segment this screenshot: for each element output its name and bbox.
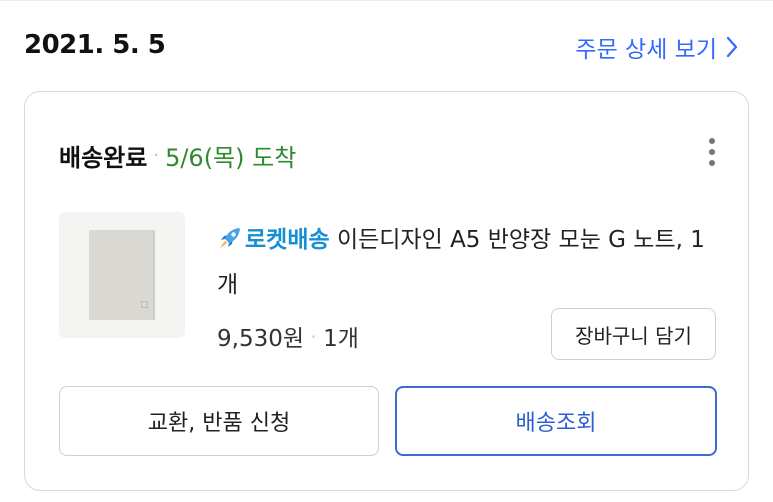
product-thumbnail[interactable] xyxy=(59,212,185,338)
status-separator: · xyxy=(153,145,160,166)
track-delivery-button[interactable]: 배송조회 xyxy=(395,386,717,456)
order-card: 배송완료 · 5/6(목) 도착 로켓배송 이든디자인 A5 반양장 모눈 G … xyxy=(24,91,749,491)
order-history-page: 2021. 5. 5 주문 상세 보기 배송완료 · 5/6(목) 도착 로켓배… xyxy=(0,0,773,502)
chevron-right-icon xyxy=(725,36,739,58)
product-price: 9,530원 xyxy=(217,326,305,352)
more-vertical-icon[interactable] xyxy=(700,134,724,170)
rocket-delivery-badge: 로켓배송 xyxy=(217,227,330,253)
product-quantity: 1개 xyxy=(323,326,359,352)
delivery-status-row: 배송완료 · 5/6(목) 도착 xyxy=(59,138,296,173)
top-divider xyxy=(0,0,773,1)
order-detail-label: 주문 상세 보기 xyxy=(575,37,717,63)
price-separator: · xyxy=(311,326,317,346)
order-detail-link[interactable]: 주문 상세 보기 xyxy=(575,30,739,64)
arrival-date: 5/6(목) 도착 xyxy=(165,144,297,172)
delivery-status: 배송완료 xyxy=(59,144,148,172)
rocket-delivery-label: 로켓배송 xyxy=(245,227,330,253)
return-exchange-button[interactable]: 교환, 반품 신청 xyxy=(59,386,379,456)
price-row: 9,530원 · 1개 xyxy=(217,319,359,353)
rocket-icon xyxy=(217,224,243,265)
notebook-image xyxy=(89,230,155,320)
product-title[interactable]: 로켓배송 이든디자인 A5 반양장 모눈 G 노트, 1개 xyxy=(217,220,707,306)
add-to-cart-button[interactable]: 장바구니 담기 xyxy=(551,308,716,360)
order-date: 2021. 5. 5 xyxy=(24,30,166,60)
